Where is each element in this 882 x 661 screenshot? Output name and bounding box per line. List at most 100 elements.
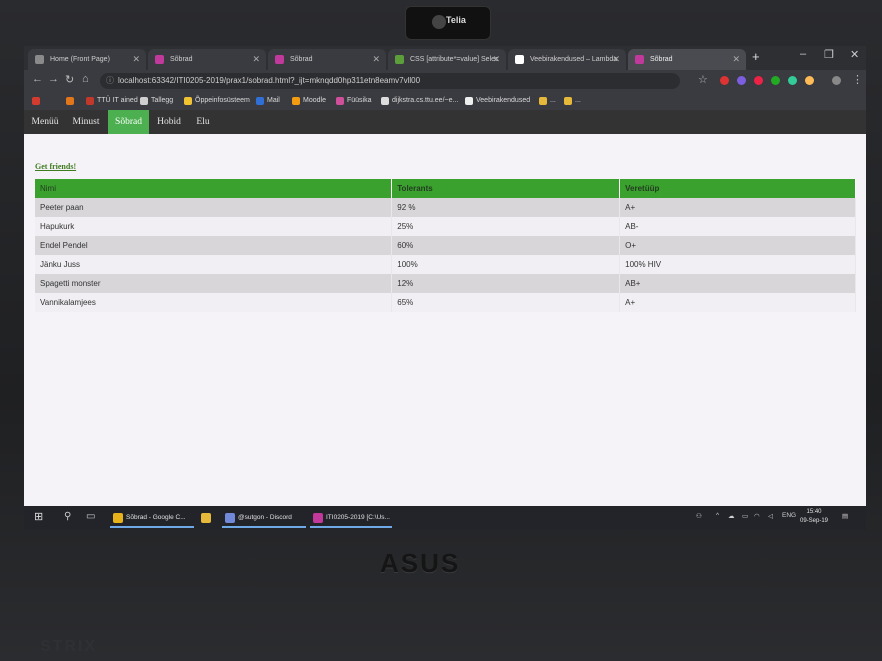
chrome-icon: [113, 513, 123, 523]
bookmark-ttu-it[interactable]: TTÜ IT ained: [86, 94, 138, 108]
info-icon: ⓘ: [106, 76, 114, 85]
close-window-button[interactable]: ✕: [850, 48, 859, 61]
cell-blood-type: AB-: [619, 217, 856, 236]
minimize-button[interactable]: –: [800, 48, 806, 60]
extension-icon[interactable]: [805, 76, 814, 85]
tab-label: Sõbrad: [170, 56, 193, 63]
close-icon[interactable]: ✕: [492, 49, 500, 70]
taskbar-app-discord[interactable]: @sutgon - Discord: [222, 508, 306, 528]
get-friends-link[interactable]: Get friends!: [35, 162, 76, 171]
close-icon[interactable]: ✕: [132, 49, 140, 70]
nav-item-elu[interactable]: Elu: [190, 110, 216, 134]
table-row: Peeter paan 92 % A+: [35, 198, 856, 217]
tab-label: Veebirakendused – Lambda: [530, 56, 618, 63]
table-row: Jänku Juss 100% 100% HIV: [35, 255, 856, 274]
cell-name: Spagetti monster: [35, 274, 393, 293]
profile-avatar[interactable]: [832, 76, 841, 85]
close-icon[interactable]: ✕: [612, 49, 620, 70]
physics-icon: [336, 97, 344, 105]
battery-icon[interactable]: ▭: [742, 512, 748, 520]
tab-home[interactable]: Home (Front Page) ✕: [28, 49, 146, 70]
close-icon[interactable]: ✕: [372, 49, 380, 70]
taskbar-app-chrome[interactable]: Sõbrad - Google C...: [110, 508, 194, 528]
column-header-nimi[interactable]: Nimi: [35, 179, 393, 198]
extension-icon[interactable]: [788, 76, 797, 85]
nav-item-menuu[interactable]: Menüü: [28, 110, 62, 134]
friends-table: Nimi Tolerants Veretüüp Peeter paan 92 %…: [35, 179, 856, 312]
browser-tab-bar: Home (Front Page) ✕ Sõbrad ✕ Sõbrad ✕ CS…: [24, 46, 866, 70]
new-tab-button[interactable]: +: [752, 49, 760, 64]
screen: Home (Front Page) ✕ Sõbrad ✕ Sõbrad ✕ CS…: [24, 46, 866, 530]
forward-arrow-icon[interactable]: →: [48, 73, 59, 85]
folder-icon: [201, 513, 211, 523]
clock-date: 09-Sep-19: [800, 518, 829, 524]
taskbar-app-explorer[interactable]: [198, 508, 218, 528]
bookmark-oppeinfosusteem[interactable]: Õppeinfosüsteem: [184, 94, 250, 108]
page-icon: [35, 55, 44, 64]
bookmark-moodle[interactable]: Moodle: [292, 94, 326, 108]
cell-tolerance: 25%: [391, 217, 621, 236]
extension-icon[interactable]: [771, 76, 780, 85]
table-row: Hapukurk 25% AB-: [35, 217, 856, 236]
bookmark-fuusika[interactable]: Füüsika: [336, 94, 372, 108]
tab-sobrad-active[interactable]: Sõbrad ✕: [628, 49, 746, 70]
camera-brand-label: Telia: [446, 15, 466, 25]
language-indicator[interactable]: ENG: [782, 512, 796, 519]
mail-icon: [256, 97, 264, 105]
reload-icon[interactable]: ↻: [65, 73, 74, 86]
cell-tolerance: 12%: [391, 274, 621, 293]
back-arrow-icon[interactable]: ←: [32, 73, 43, 85]
windows-start-icon[interactable]: ⊞: [34, 512, 45, 523]
tab-label: CSS [attribute*=value] Selec: [410, 56, 499, 63]
intellij-icon: [635, 55, 644, 64]
tab-veebirakendused[interactable]: Veebirakendused – Lambda ✕: [508, 49, 626, 70]
nav-item-minust[interactable]: Minust: [68, 110, 104, 134]
cell-tolerance: 65%: [391, 293, 621, 312]
table-row: Spagetti monster 12% AB+: [35, 274, 856, 293]
home-icon[interactable]: ⌂: [82, 73, 89, 85]
bookmark-folder[interactable]: ...: [539, 94, 556, 108]
menu-dots-icon[interactable]: ⋮: [852, 73, 863, 86]
address-bar-row: ← → ↻ ⌂ ⓘ localhost:63342/ITI0205-2019/p…: [24, 70, 866, 92]
bookmark-tallegg[interactable]: Tallegg: [140, 94, 173, 108]
volume-icon[interactable]: ◁: [768, 512, 773, 520]
task-view-icon[interactable]: ▭: [86, 511, 95, 522]
chevron-up-icon[interactable]: ^: [716, 512, 719, 519]
tab-sobrad-1[interactable]: Sõbrad ✕: [148, 49, 266, 70]
tab-css-selector[interactable]: CSS [attribute*=value] Selec ✕: [388, 49, 506, 70]
extension-icon[interactable]: [737, 76, 746, 85]
intellij-icon: [313, 513, 323, 523]
onedrive-icon[interactable]: ☁: [728, 512, 735, 520]
close-icon[interactable]: ✕: [252, 49, 260, 70]
extension-icon[interactable]: [720, 76, 729, 85]
nav-item-sobrad[interactable]: Sõbrad: [108, 110, 149, 134]
extension-icon[interactable]: [754, 76, 763, 85]
column-header-veretuup[interactable]: Veretüüp: [619, 179, 856, 198]
bookmark-star-icon[interactable]: ☆: [698, 73, 708, 86]
search-icon[interactable]: ⚲: [64, 511, 71, 522]
bookmark-dijkstra[interactable]: dijkstra.cs.ttu.ee/~e...: [381, 94, 458, 108]
tab-sobrad-2[interactable]: Sõbrad ✕: [268, 49, 386, 70]
close-icon[interactable]: ✕: [732, 49, 740, 70]
people-icon[interactable]: ⚇: [696, 512, 702, 520]
tab-label: Sõbrad: [290, 56, 313, 63]
system-clock[interactable]: 15:40 09-Sep-19: [800, 508, 828, 526]
wifi-icon[interactable]: ◠: [754, 512, 760, 520]
tallegg-icon: [140, 97, 148, 105]
nav-item-hobid[interactable]: Hobid: [152, 110, 186, 134]
strix-label: STRIX: [40, 638, 98, 655]
cell-blood-type: AB+: [619, 274, 856, 293]
bookmark-mail[interactable]: Mail: [256, 94, 280, 108]
bookmark-folder[interactable]: ...: [564, 94, 581, 108]
taskbar-app-intellij[interactable]: ITI0205-2019 [C:\Us...: [310, 508, 392, 528]
column-header-tolerants[interactable]: Tolerants: [391, 179, 621, 198]
maximize-button[interactable]: ❐: [824, 48, 834, 61]
bookmark-veebirakendused[interactable]: Veebirakendused: [465, 94, 530, 108]
url-text: localhost:63342/ITI0205-2019/prax1/sobra…: [118, 76, 421, 85]
notification-icon[interactable]: ▤: [842, 512, 848, 520]
folder-icon: [564, 97, 572, 105]
url-field[interactable]: ⓘ localhost:63342/ITI0205-2019/prax1/sob…: [100, 73, 680, 89]
cell-name: Jänku Juss: [35, 255, 393, 274]
cell-blood-type: O+: [619, 236, 856, 255]
intellij-icon: [275, 55, 284, 64]
